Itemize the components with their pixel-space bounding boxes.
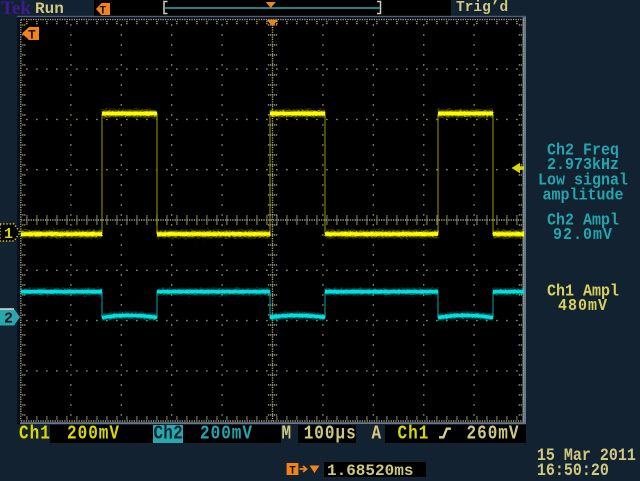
svg-text:T: T [100,6,107,18]
svg-text:2: 2 [4,311,13,328]
svg-text:T: T [28,28,36,43]
svg-text:T: T [289,466,296,478]
svg-text:1: 1 [4,226,13,243]
